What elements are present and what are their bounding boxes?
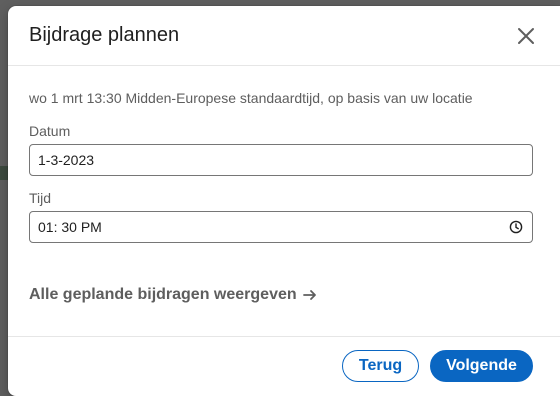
dialog-title: Bijdrage plannen (29, 24, 180, 46)
time-input[interactable]: 01: 30 PM (29, 211, 533, 243)
arrow-right-icon (302, 290, 316, 300)
back-button[interactable]: Terug (342, 350, 419, 382)
date-value: 1-3-2023 (38, 152, 95, 168)
dialog-header: Bijdrage plannen (8, 6, 560, 66)
close-button[interactable] (514, 24, 538, 48)
next-button[interactable]: Volgende (430, 350, 533, 382)
close-icon (518, 28, 534, 44)
view-scheduled-posts-link[interactable]: Alle geplande bijdragen weergeven (29, 286, 317, 304)
schedule-post-dialog: Bijdrage plannen wo 1 mrt 13:30 Midden-E… (8, 6, 560, 396)
schedule-info-text: wo 1 mrt 13:30 Midden-Europese standaard… (29, 90, 473, 106)
time-label: Tijd (29, 190, 52, 206)
time-value: 01: 30 PM (38, 219, 102, 235)
date-label: Datum (29, 123, 71, 139)
dialog-footer: Terug Volgende (8, 336, 560, 396)
clock-icon[interactable] (509, 220, 523, 234)
view-scheduled-posts-label: Alle geplande bijdragen weergeven (29, 286, 297, 303)
background-strip (0, 166, 8, 180)
date-input[interactable]: 1-3-2023 (29, 144, 533, 176)
